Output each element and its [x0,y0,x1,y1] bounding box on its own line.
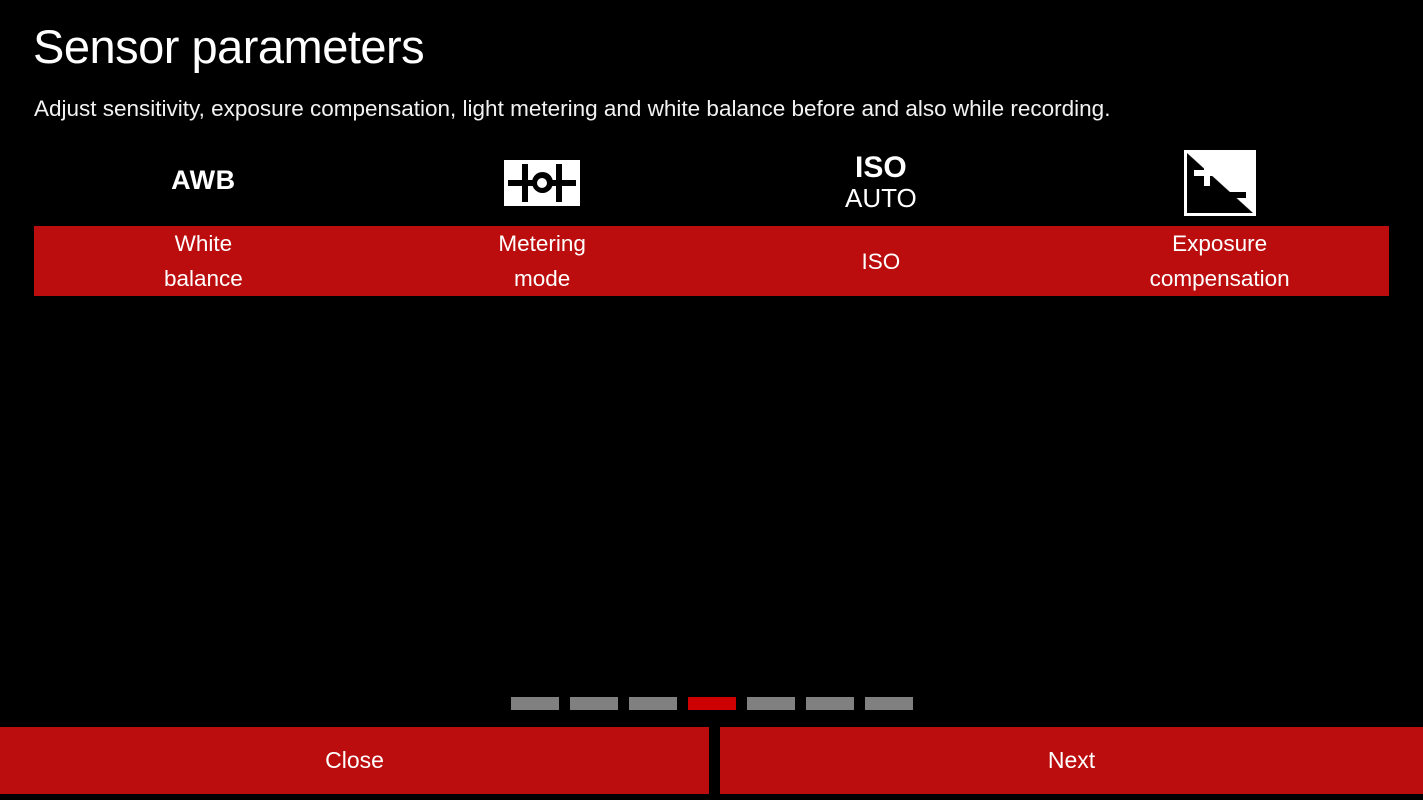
parameter-label-metering-mode[interactable]: Metering mode [373,226,712,296]
metering-vertical-divider-left [522,163,529,202]
pager-dot[interactable] [746,697,795,710]
parameter-icons-row: AWB ISO AUTO [34,140,1389,225]
metering-center-spot-inner [537,177,548,188]
exposure-compensation-icon [1183,149,1256,216]
parameter-label-bar: White balance Metering mode ISO Exposure… [34,226,1389,296]
next-button[interactable]: Next [720,727,1423,794]
pager-dot[interactable] [569,697,618,710]
pager-dot[interactable] [805,697,854,710]
metering-center-spot [531,172,553,193]
parameter-label-exposure-compensation[interactable]: Exposure compensation [1050,226,1389,296]
iso-auto-icon: ISO AUTO [844,150,917,213]
exposure-split-triangle [1186,152,1253,213]
pager-dot[interactable] [628,697,677,710]
page-title: Sensor parameters [33,20,425,73]
awb-icon: AWB [171,165,236,195]
iso-icon-label: ISO [855,150,907,184]
metering-vertical-divider-right [556,163,563,202]
plus-icon-vertical [1203,159,1210,186]
pager-dot-active[interactable] [687,697,736,710]
pagination-indicator [0,697,1423,710]
iso-auto-value: AUTO [844,182,917,213]
pager-dot[interactable] [864,697,913,710]
parameter-label-white-balance[interactable]: White balance [34,226,373,296]
pager-dot[interactable] [510,697,559,710]
parameter-icon-iso[interactable]: ISO AUTO [712,140,1051,225]
close-button[interactable]: Close [0,727,709,794]
parameter-icon-white-balance[interactable]: AWB [34,140,373,225]
footer-button-bar: Close Next [0,727,1423,794]
minus-icon [1217,191,1246,198]
parameter-icon-metering-mode[interactable] [373,140,712,225]
footer-button-divider [709,727,720,794]
metering-mode-icon [504,159,581,206]
parameter-icon-exposure-compensation[interactable] [1050,140,1389,225]
page-subtitle: Adjust sensitivity, exposure compensatio… [34,96,1111,121]
parameter-label-iso[interactable]: ISO [712,244,1051,279]
